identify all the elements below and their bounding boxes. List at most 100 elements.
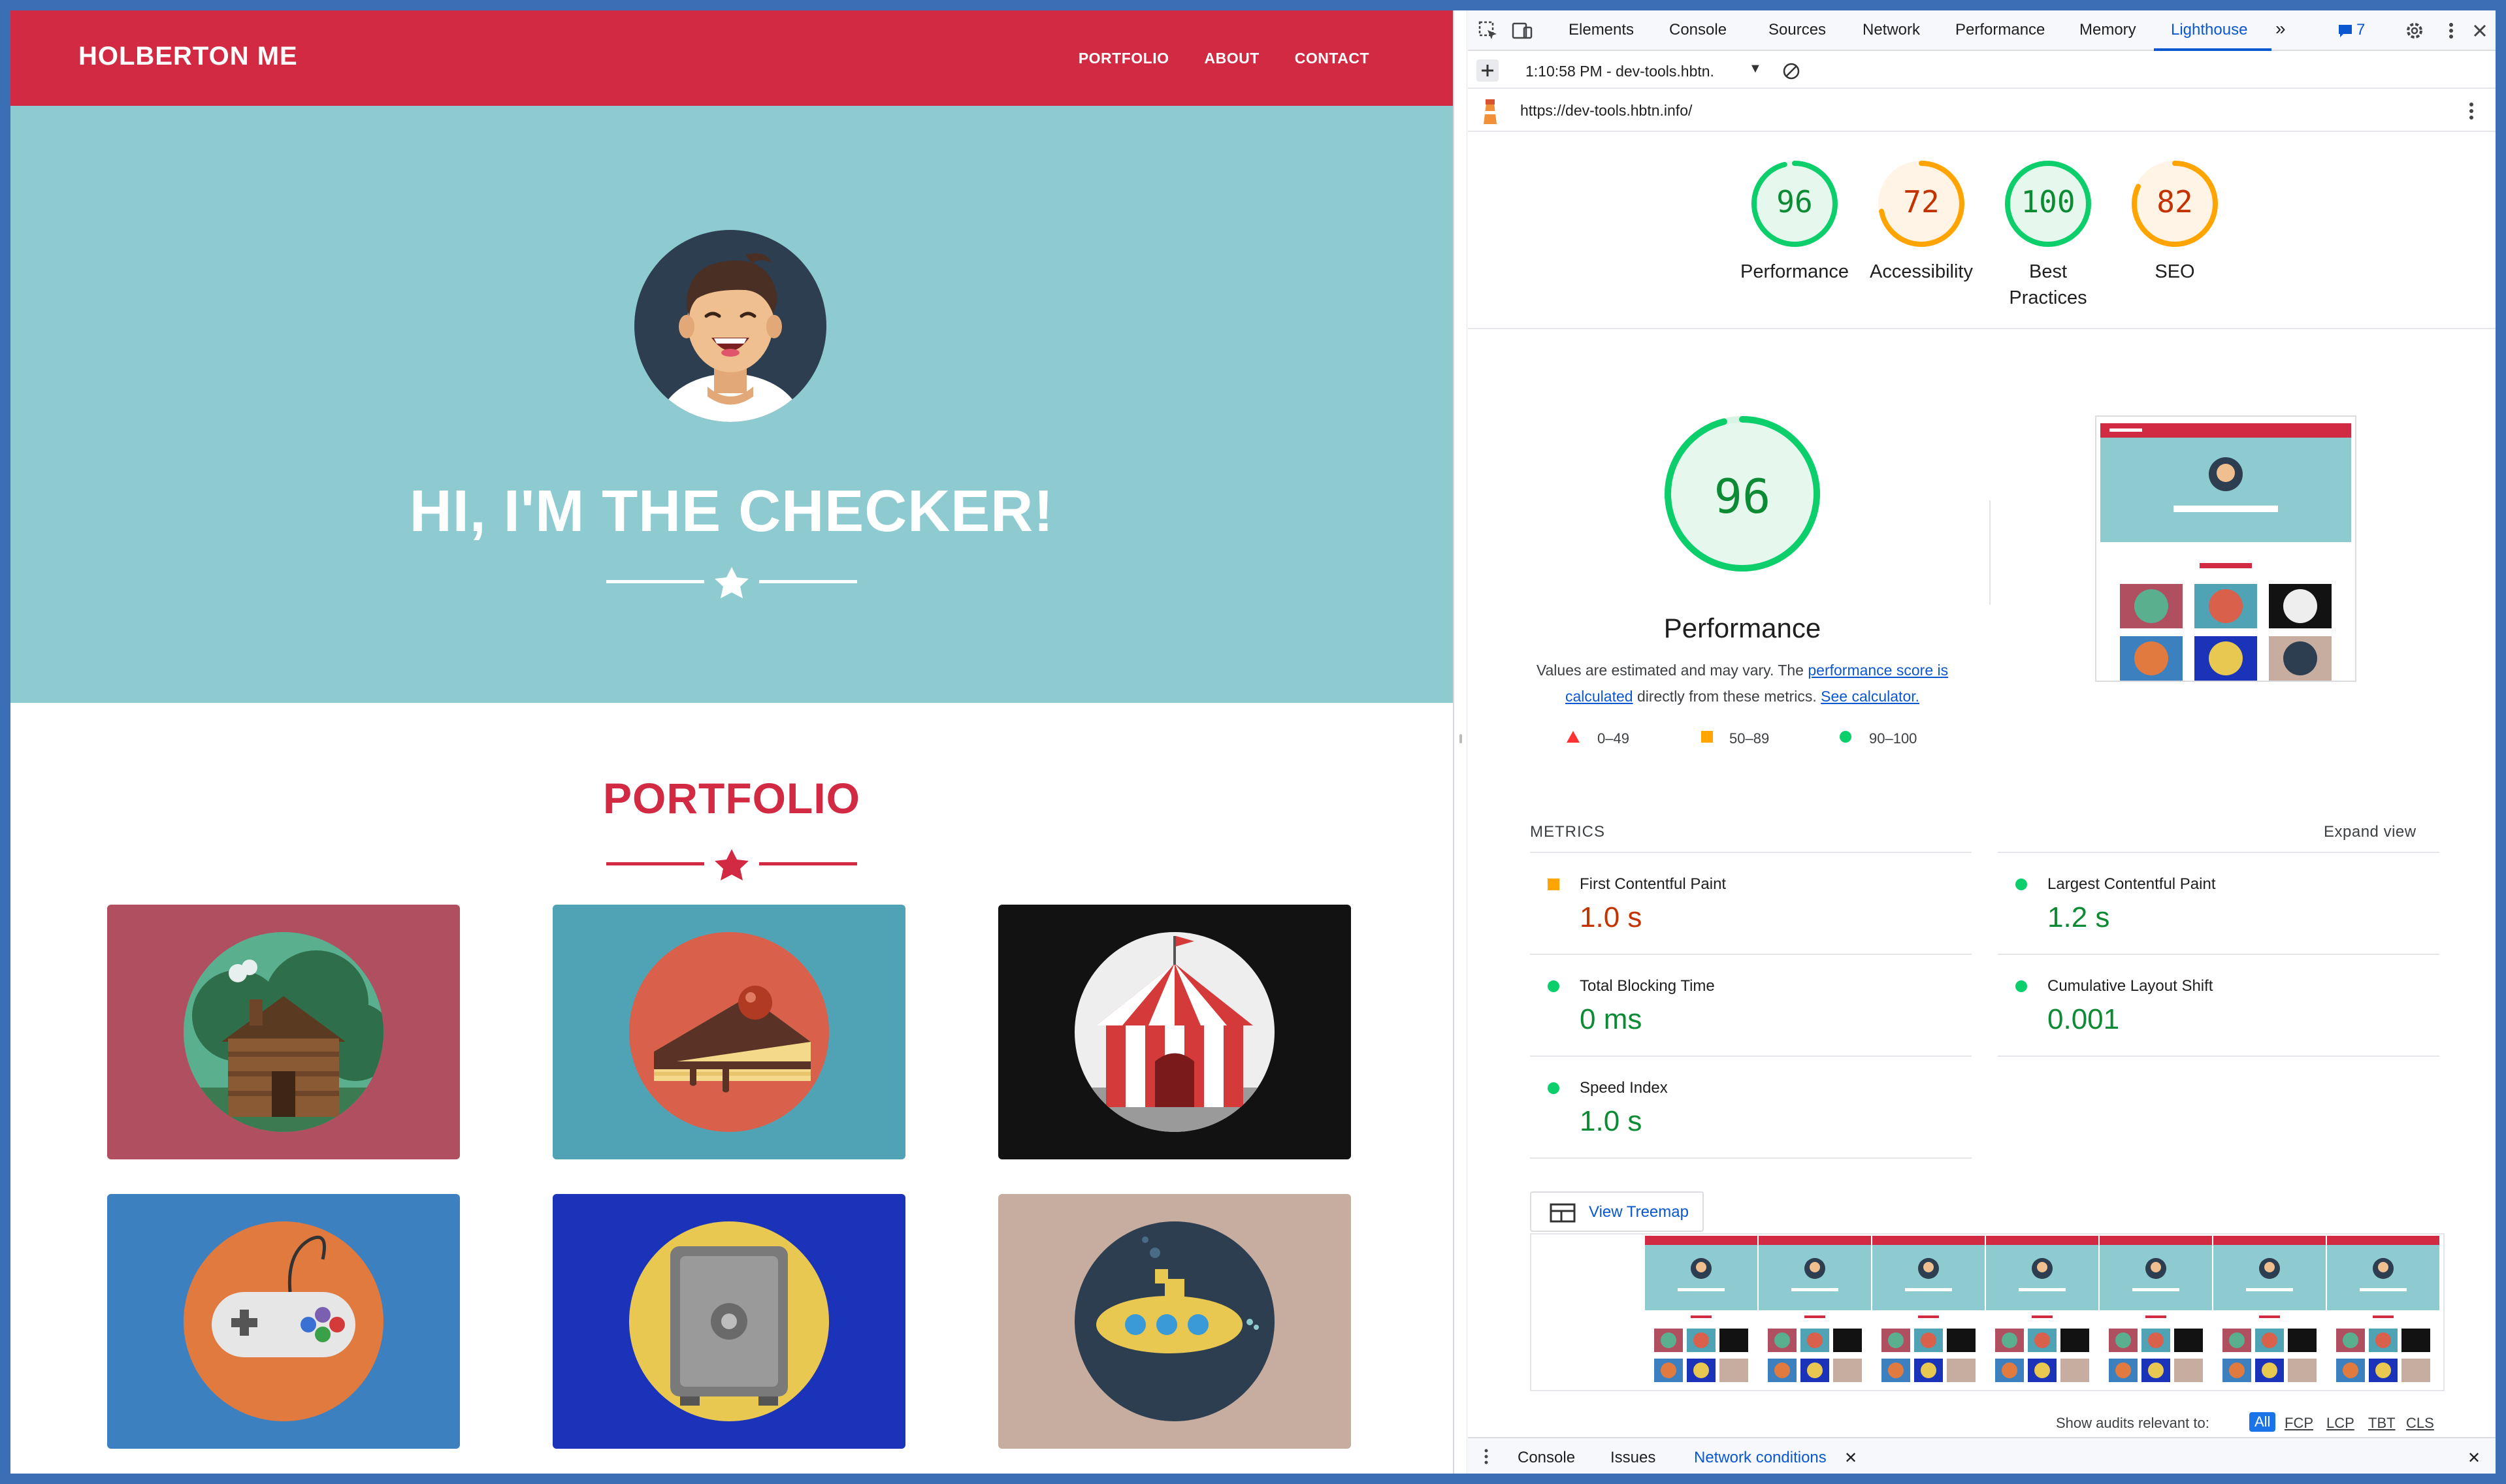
hero-section: HI, I'M THE CHECKER! [10,106,1453,703]
website-viewport: HOLBERTON ME PORTFOLIO ABOUT CONTACT HI,… [10,10,1453,1474]
score-gauge-accessibility[interactable]: 72 [1876,158,1967,250]
tab-performance[interactable]: Performance [1955,21,2045,39]
app-window: HOLBERTON ME PORTFOLIO ABOUT CONTACT HI,… [10,10,2496,1474]
device-toolbar-icon[interactable] [1511,20,1533,42]
pass-circle-icon [2015,879,2027,890]
fail-triangle-icon [1567,731,1580,743]
metric-label: Largest Contentful Paint [2047,875,2216,893]
tab-console[interactable]: Console [1669,21,1727,39]
metric-total-blocking-time: Total Blocking Time 0 ms [1530,955,1972,1057]
filmstrip-frame [1985,1236,2098,1390]
portfolio-tile-cabin[interactable] [107,905,460,1159]
score-label: Best Practices [2009,261,2087,308]
drawer-menu-icon[interactable] [1482,1447,1490,1466]
nav-link-portfolio[interactable]: PORTFOLIO [1079,50,1169,67]
portfolio-heading: PORTFOLIO [603,774,860,822]
more-options-icon[interactable] [2440,20,2462,42]
close-drawer-tab-icon[interactable]: ✕ [1844,1449,1857,1468]
nav-link-contact[interactable]: CONTACT [1295,50,1369,67]
site-navbar: HOLBERTON ME PORTFOLIO ABOUT CONTACT [10,10,1453,106]
note-text-mid: directly from these metrics. [1636,688,1817,705]
score-value: 82 [2156,184,2193,219]
score-gauge-performance[interactable]: 96 [1749,158,1840,250]
filmstrip [1530,1233,2445,1391]
filter-tbt[interactable]: TBT [2368,1415,2396,1432]
section-divider [1468,328,2496,329]
cake-icon [629,932,829,1132]
lighthouse-logo-icon [1484,99,1497,124]
filter-fcp[interactable]: FCP [2285,1415,2313,1432]
lighthouse-toolbar: 1:10:58 PM - dev-tools.hbtn. ▼ [1468,52,2496,89]
filmstrip-frame [2212,1236,2326,1390]
metric-cumulative-layout-shift: Cumulative Layout Shift 0.001 [1998,955,2439,1057]
metric-label: Cumulative Layout Shift [2047,977,2213,995]
tab-sources[interactable]: Sources [1768,21,1826,39]
filmstrip-frame [1644,1236,1757,1390]
score-gauge-seo[interactable]: 82 [2129,158,2221,250]
note-text: Values are estimated and may vary. The [1536,662,1804,679]
expand-view-button[interactable]: Expand view [2324,823,2416,841]
filter-cls[interactable]: CLS [2406,1415,2434,1432]
score-label: SEO [2155,261,2195,282]
site-brand[interactable]: HOLBERTON ME [78,42,298,71]
legend-fail: 0–49 [1597,730,1629,747]
final-screenshot-thumbnail[interactable] [2095,415,2356,682]
metric-value: 0.001 [2047,1003,2120,1035]
metric-label: Speed Index [1580,1079,1668,1097]
tab-network[interactable]: Network [1863,21,1920,39]
new-report-icon[interactable] [1476,59,1499,82]
portfolio-tile-circus[interactable] [998,905,1351,1159]
drawer-tab-console[interactable]: Console [1518,1449,1575,1467]
tab-lighthouse[interactable]: Lighthouse [2171,21,2247,39]
score-value: 96 [1776,184,1813,219]
nav-link-about[interactable]: ABOUT [1204,50,1259,67]
hero-star-divider [606,567,857,598]
filters-label: Show audits relevant to: [2056,1415,2209,1431]
tab-elements[interactable]: Elements [1569,21,1634,39]
drawer-tab-network-conditions[interactable]: Network conditions [1694,1449,1827,1467]
tab-memory[interactable]: Memory [2079,21,2136,39]
report-selector[interactable]: 1:10:58 PM - dev-tools.hbtn. [1525,63,1714,80]
filmstrip-frame [1871,1236,1985,1390]
metrics-heading: METRICS [1530,823,1605,841]
close-drawer-icon[interactable]: ✕ [2467,1449,2481,1468]
avatar-image [634,230,826,422]
performance-big-score: 96 [1714,469,1771,524]
view-treemap-label: View Treemap [1589,1203,1689,1221]
portfolio-tile-submarine[interactable] [998,1194,1351,1449]
devtools-tabbar: Elements Console Sources Network Perform… [1468,10,2496,51]
filter-all[interactable]: All [2249,1412,2276,1432]
close-devtools-icon[interactable] [2469,20,2491,42]
score-value: 72 [1903,184,1940,219]
score-gauge-best-practices[interactable]: 100 [2002,158,2094,250]
portfolio-tile-safe[interactable] [553,1194,905,1449]
inspect-element-icon[interactable] [1477,20,1499,42]
report-selector-chevron-icon[interactable]: ▼ [1749,61,1762,76]
filter-lcp[interactable]: LCP [2326,1415,2354,1432]
treemap-icon [1550,1203,1576,1223]
metric-label: Total Blocking Time [1580,977,1715,995]
more-tabs-icon[interactable]: » [2275,18,2286,39]
game-controller-icon [184,1221,383,1421]
drawer-tab-issues[interactable]: Issues [1610,1449,1655,1467]
panel-splitter[interactable] [1453,10,1467,1474]
safe-icon [629,1221,829,1421]
issues-icon[interactable] [2337,22,2354,39]
portfolio-tile-controller[interactable] [107,1194,460,1449]
metric-value: 0 ms [1580,1003,1642,1035]
metric-speed-index: Speed Index 1.0 s [1530,1057,1972,1159]
average-square-icon [1701,731,1713,743]
metric-value: 1.0 s [1580,901,1642,933]
report-menu-icon[interactable] [2467,101,2476,121]
view-treemap-button[interactable]: View Treemap [1530,1191,1704,1232]
issues-count[interactable]: 7 [2356,21,2365,39]
report-url[interactable]: https://dev-tools.hbtn.info/ [1520,102,1692,120]
clear-all-icon[interactable] [1782,61,1801,81]
settings-gear-icon[interactable] [2403,20,2426,42]
portfolio-tile-cake[interactable] [553,905,905,1159]
cabin-icon [184,932,383,1132]
submarine-icon [1075,1221,1275,1421]
see-calculator-link[interactable]: See calculator. [1821,688,1919,705]
performance-big-label: Performance [1663,613,1821,643]
circus-tent-icon [1075,932,1275,1132]
